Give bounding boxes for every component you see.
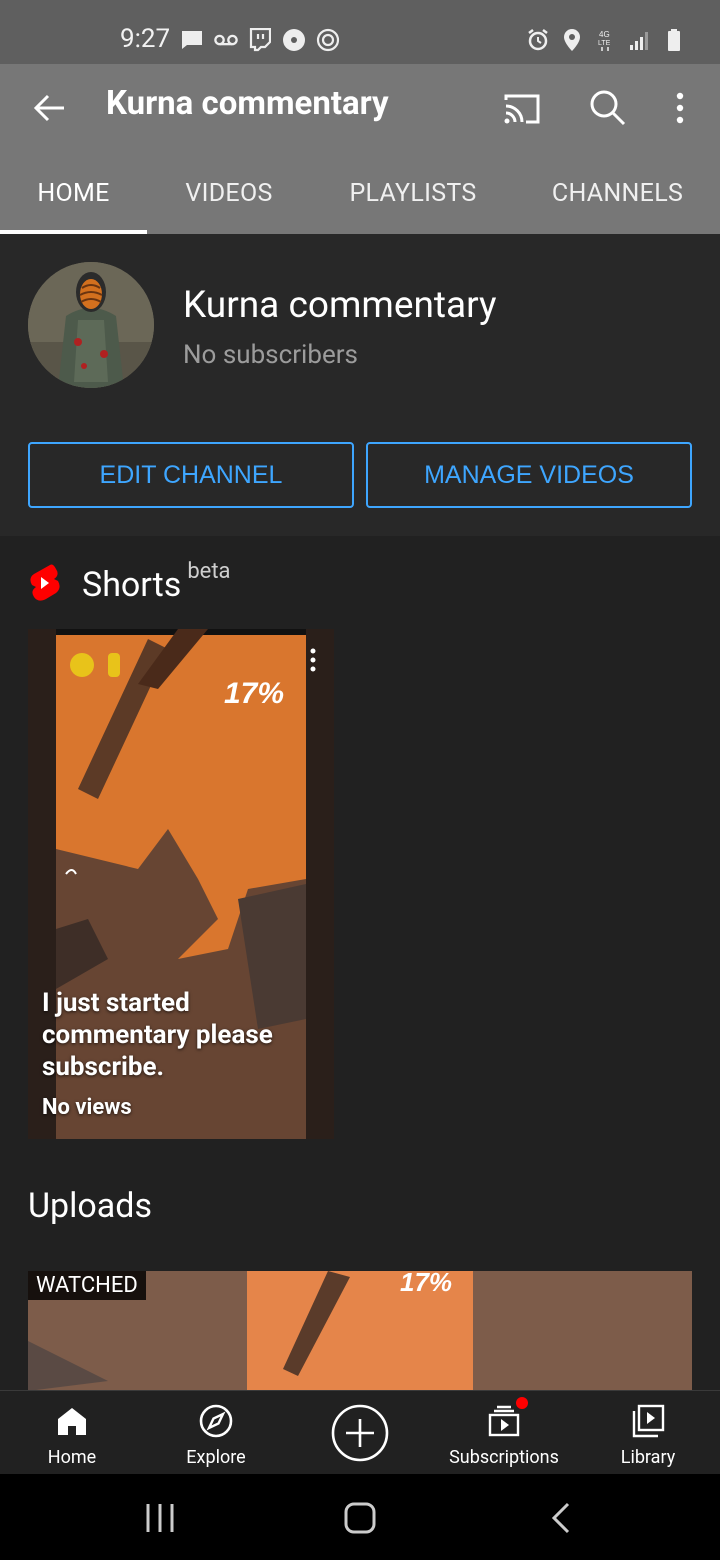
watched-badge: WATCHED [28,1271,146,1300]
nav-explore-label: Explore [186,1447,246,1468]
short-title: I just started commentary please subscri… [42,988,273,1082]
back-button-icon[interactable] [540,1496,584,1540]
status-time: 9:27 [120,24,171,54]
library-icon [630,1403,666,1439]
compass-icon [198,1403,234,1439]
home-button-icon[interactable] [338,1496,382,1540]
home-icon [54,1403,90,1439]
nav-explore[interactable]: Explore [144,1391,288,1474]
shorts-beta-badge: beta [187,558,231,584]
recent-apps-icon[interactable] [138,1496,182,1540]
tab-home[interactable]: HOME [0,152,147,234]
edit-channel-button[interactable]: EDIT CHANNEL [28,442,354,508]
status-left-icons [180,28,340,52]
nav-subscriptions-label: Subscriptions [449,1447,559,1468]
4g-lte-icon: 4G LTE [594,28,618,52]
more-vert-icon[interactable] [662,86,698,130]
channel-name: Kurna commentary [183,284,497,327]
app-bar: Kurna commentary [0,64,720,152]
upload-video-thumbnail[interactable]: 17% WATCHED [28,1271,692,1391]
subscriber-count: No subscribers [183,340,358,370]
back-arrow-icon[interactable] [28,86,72,130]
channel-header: Kurna commentary No subscribers EDIT CHA… [0,234,720,536]
uploads-title: Uploads [28,1186,153,1226]
signal-icon [628,28,652,52]
create-plus-icon [330,1403,390,1463]
message-icon [180,28,204,52]
notification-dot [516,1397,528,1409]
app-bar-title: Kurna commentary [106,84,389,123]
voicemail-icon [214,28,238,52]
cast-icon[interactable] [500,88,544,132]
at-icon [316,28,340,52]
shorts-header: Shorts beta [28,558,231,610]
twitch-icon [248,28,272,52]
svg-text:4G: 4G [599,30,610,39]
location-icon [560,28,584,52]
nav-home[interactable]: Home [0,1391,144,1474]
short-views: No views [42,1095,132,1120]
nav-library-label: Library [620,1447,676,1468]
upload-thumbnail-percent: 17% [400,1271,452,1297]
svg-text:LTE: LTE [598,40,611,47]
alarm-icon [526,28,550,52]
dot-circle-icon [282,28,306,52]
battery-icon [662,28,686,52]
tab-videos[interactable]: VIDEOS [147,152,311,234]
short-more-icon[interactable] [308,647,318,673]
tab-playlists[interactable]: PLAYLISTS [311,152,515,234]
system-navigation-bar [0,1474,720,1560]
tab-channels[interactable]: CHANNELS [515,152,720,234]
nav-library[interactable]: Library [576,1391,720,1474]
status-right-icons: 4G LTE [526,28,686,52]
short-video-card[interactable]: 17% I just started commentary please sub… [28,629,334,1139]
shorts-logo-icon [28,563,60,607]
manage-videos-button[interactable]: MANAGE VIDEOS [366,442,692,508]
nav-home-label: Home [47,1447,97,1468]
subscriptions-icon [486,1397,528,1439]
nav-create[interactable] [288,1391,432,1474]
short-thumbnail-percent: 17% [224,677,284,710]
nav-subscriptions[interactable]: Subscriptions [432,1391,576,1474]
search-icon[interactable] [586,86,630,130]
channel-avatar[interactable] [28,262,154,388]
status-bar: 9:27 4G LTE [0,0,720,64]
bottom-navigation: Home Explore Subscriptions Library [0,1390,720,1474]
channel-tabs: HOME VIDEOS PLAYLISTS CHANNELS [0,152,720,234]
shorts-title: Shorts [82,565,182,605]
